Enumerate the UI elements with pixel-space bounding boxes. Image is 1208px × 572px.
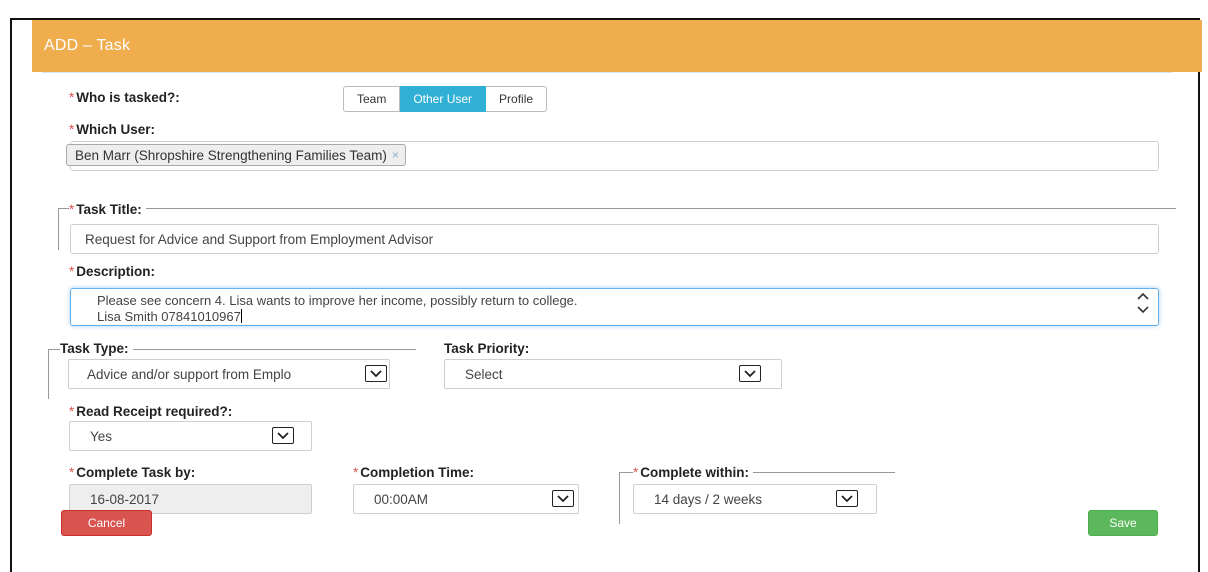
who-tasked-label: * Who is tasked?: <box>69 90 180 105</box>
required-marker: * <box>69 404 75 419</box>
save-button[interactable]: Save <box>1088 510 1158 536</box>
dialog-header: ADD – Task <box>32 20 1202 72</box>
completion-time-select[interactable]: 00:00AM <box>353 484 579 514</box>
task-title-label: * Task Title: <box>69 202 146 217</box>
chevron-down-icon[interactable] <box>836 490 858 507</box>
completion-time-label: * Completion Time: <box>353 465 475 480</box>
description-label-text: * Description: <box>69 264 156 279</box>
read-receipt-value: Yes <box>90 428 113 444</box>
required-marker: * <box>69 202 75 217</box>
complete-by-value: 16-08-2017 <box>90 491 160 507</box>
task-priority-value: Select <box>465 366 503 382</box>
header-divider <box>42 72 1172 73</box>
task-type-select[interactable]: Advice and/or support from Emplo <box>68 359 390 389</box>
chevron-down-icon[interactable] <box>739 365 761 382</box>
selected-user-tag: Ben Marr (Shropshire Strengthening Famil… <box>66 144 406 166</box>
cancel-button[interactable]: Cancel <box>61 510 152 536</box>
chevron-down-icon[interactable] <box>1136 305 1150 315</box>
who-tasked-toggle: Team Other User Profile <box>343 86 548 112</box>
complete-within-value: 14 days / 2 weeks <box>654 491 763 507</box>
required-marker: * <box>69 465 75 480</box>
textarea-scroll-controls[interactable] <box>1136 291 1150 315</box>
description-line-2-wrap: Lisa Smith 07841010967 <box>97 309 1158 325</box>
chevron-up-icon[interactable] <box>1136 291 1150 301</box>
description-line-1: Please see concern 4. Lisa wants to impr… <box>97 293 578 308</box>
task-priority-label: Task Priority: <box>444 341 530 356</box>
who-tasked-other-user-button[interactable]: Other User <box>400 86 487 112</box>
required-marker: * <box>353 465 359 480</box>
chevron-down-icon[interactable] <box>552 490 574 507</box>
who-tasked-team-button[interactable]: Team <box>343 86 401 112</box>
task-type-value: Advice and/or support from Emplo <box>87 366 292 382</box>
who-tasked-profile-button[interactable]: Profile <box>486 86 548 112</box>
complete-by-label: * Complete Task by: <box>69 465 196 480</box>
required-marker: * <box>69 90 75 105</box>
dialog-title: ADD – Task <box>44 37 131 54</box>
task-type-label: Task Type: <box>60 341 133 356</box>
complete-within-label: * Complete within: <box>633 465 754 480</box>
completion-time-value: 00:00AM <box>374 491 429 507</box>
chevron-down-icon[interactable] <box>272 427 294 444</box>
section-guide-line <box>619 472 620 524</box>
close-icon[interactable]: × <box>392 148 399 162</box>
task-priority-select[interactable]: Select <box>444 359 782 389</box>
chevron-down-icon[interactable] <box>365 365 387 382</box>
required-marker: * <box>69 122 75 137</box>
section-guide-line <box>48 349 49 399</box>
required-marker: * <box>633 465 639 480</box>
required-marker: * <box>69 264 75 279</box>
task-title-input[interactable]: Request for Advice and Support from Empl… <box>70 224 1159 254</box>
text-caret <box>240 309 242 323</box>
selected-user-name: Ben Marr (Shropshire Strengthening Famil… <box>75 147 387 163</box>
read-receipt-label: * Read Receipt required?: <box>69 404 233 419</box>
description-textarea[interactable]: Please see concern 4. Lisa wants to impr… <box>70 288 1159 326</box>
section-guide-line <box>58 208 59 250</box>
description-line-2: Lisa Smith 07841010967 <box>97 309 241 324</box>
section-guide-line <box>58 208 1176 209</box>
which-user-label: * Which User: <box>69 122 156 137</box>
